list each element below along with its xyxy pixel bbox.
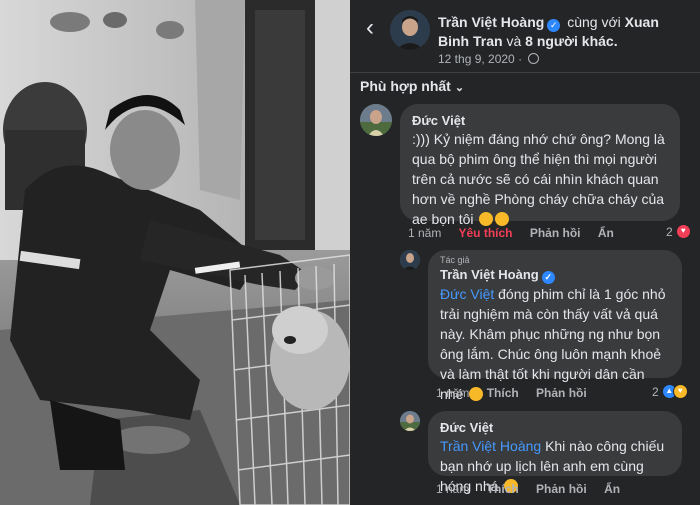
ok-hand-emoji-icon: [495, 212, 510, 226]
post-meta: 12 thg 9, 2020 ·: [438, 52, 540, 66]
reply-author-line: Trần Việt Hoàng ✓: [440, 266, 670, 284]
post-photo[interactable]: [0, 0, 350, 505]
like-button[interactable]: Yêu thích: [458, 226, 512, 240]
reply-author-avatar[interactable]: [400, 250, 420, 270]
reply-text: đóng phim chỉ là 1 góc nhỏ trải nghiệm m…: [440, 286, 666, 402]
reply-time[interactable]: 1 năm: [436, 386, 469, 400]
post-author-name[interactable]: Trần Việt Hoàng: [438, 14, 544, 30]
like-button[interactable]: Thích: [487, 482, 519, 496]
reply-button[interactable]: Phản hồi: [530, 226, 581, 240]
reply-button[interactable]: Phản hồi: [536, 482, 587, 496]
others-link[interactable]: 8 người khác.: [525, 33, 617, 49]
with-text: cùng với: [567, 14, 621, 30]
mention-link[interactable]: Trần Việt Hoàng: [440, 438, 541, 454]
reply-author[interactable]: Trần Việt Hoàng: [440, 267, 539, 282]
author-tag: Tác giả: [440, 255, 470, 265]
firefighter-photo-illustration: [0, 0, 350, 505]
reaction-count: 2: [666, 224, 673, 239]
verified-badge-icon: ✓: [541, 271, 555, 284]
commenter-avatar[interactable]: [360, 104, 392, 136]
comment-actions: 1 năm Thích Phản hồi Ẩn: [436, 482, 634, 496]
comment-bubble: Đức Việt Trần Việt Hoàng Khi nào công ch…: [428, 411, 682, 494]
sort-label: Phù hợp nhất: [360, 78, 451, 94]
post-date[interactable]: 12 thg 9, 2020: [438, 52, 515, 66]
reaction-summary[interactable]: 2 ♥: [666, 224, 691, 239]
comment-text: :))) Kỷ niệm đáng nhớ chứ ông? Mong là q…: [412, 131, 665, 227]
mention-link[interactable]: Đức Việt: [440, 286, 494, 302]
comment-time[interactable]: 1 năm: [436, 482, 469, 496]
comment-actions: 1 năm Yêu thích Phản hồi Ẩn: [408, 226, 628, 240]
comments-panel: ‹ Trần Việt Hoàng ✓ cùng với Xuan Binh Tr…: [350, 0, 700, 505]
author-avatar[interactable]: [390, 10, 430, 50]
header-divider: [350, 72, 700, 73]
reply-actions: 1 năm Thích Phản hồi: [436, 386, 601, 400]
comment-bubble: Đức Việt :))) Kỷ niệm đáng nhớ chứ ông? …: [400, 104, 680, 227]
like-button[interactable]: Thích: [487, 386, 519, 400]
comment-author[interactable]: Đức Việt: [440, 419, 670, 436]
post-author-line: Trần Việt Hoàng ✓ cùng với Xuan Binh Tran…: [438, 13, 693, 51]
post-header: ‹ Trần Việt Hoàng ✓ cùng với Xuan Binh Tr…: [350, 0, 700, 72]
commenter-avatar[interactable]: [400, 411, 420, 431]
and-text: và: [506, 33, 522, 49]
care-icon: ♥: [672, 384, 688, 399]
reaction-count: 2: [652, 384, 659, 399]
comment-time[interactable]: 1 năm: [408, 226, 441, 240]
back-arrow-icon[interactable]: ‹: [360, 16, 380, 40]
comment-author[interactable]: Đức Việt: [412, 112, 668, 129]
ok-hand-emoji-icon: [479, 212, 494, 226]
hide-button[interactable]: Ẩn: [598, 226, 614, 240]
chevron-down-icon: ⌄: [454, 82, 465, 94]
sort-dropdown[interactable]: Phù hợp nhất ⌄: [360, 78, 464, 94]
reply-bubble: Tác giả Trần Việt Hoàng ✓ Đức Việt đóng p…: [428, 250, 682, 402]
verified-badge-icon: ✓: [547, 19, 561, 32]
heart-icon: ♥: [675, 224, 691, 239]
globe-icon: [528, 53, 540, 64]
reply-button[interactable]: Phản hồi: [536, 386, 587, 400]
reply-reaction-summary[interactable]: 2 ▲ ♥: [652, 384, 688, 399]
hide-button[interactable]: Ẩn: [604, 482, 620, 496]
